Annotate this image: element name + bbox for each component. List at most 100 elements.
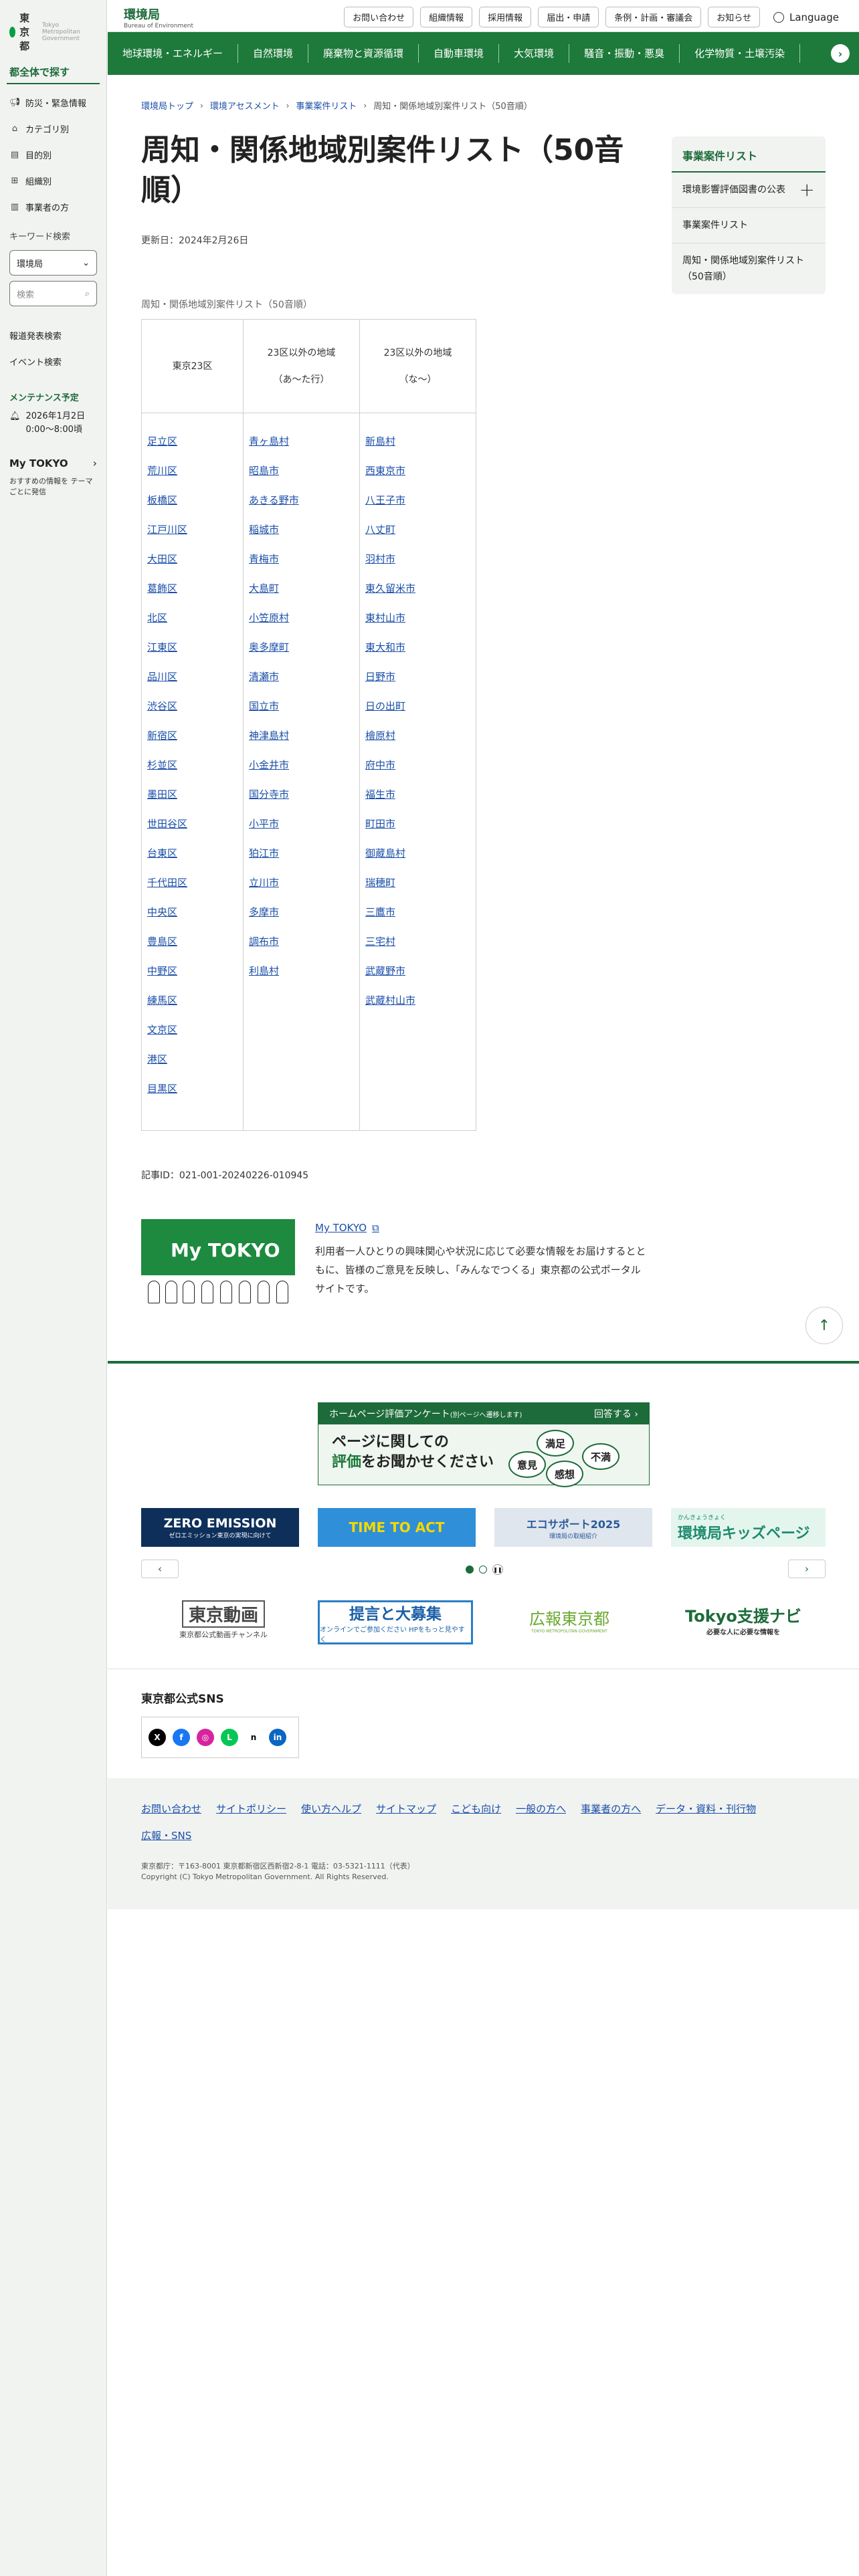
nav-item-vehicle[interactable]: 自動車環境 <box>419 44 500 63</box>
nav-item-noise[interactable]: 騒音・振動・悪臭 <box>569 44 680 63</box>
municipality-link[interactable]: 御蔵島村 <box>365 839 476 868</box>
footer-link[interactable]: 広報・SNS <box>141 1826 191 1845</box>
municipality-link[interactable]: 東久留米市 <box>365 574 476 603</box>
event-search-link[interactable]: イベント検索 <box>0 348 106 374</box>
sidebar-item-0[interactable]: 📢︎ 防災・緊急情報 <box>0 90 106 116</box>
municipality-link[interactable]: 西東京市 <box>365 456 476 486</box>
language-button[interactable]: Language <box>767 7 846 27</box>
kouhou-banner[interactable]: 広報東京都 TOKYO METROPOLITAN GOVERNMENT <box>502 1600 636 1639</box>
municipality-link[interactable]: 小平市 <box>249 809 359 839</box>
municipality-link[interactable]: 台東区 <box>147 839 243 868</box>
municipality-link[interactable]: 青ヶ島村 <box>249 427 359 456</box>
municipality-link[interactable]: 国立市 <box>249 691 359 721</box>
search-input[interactable]: 検索 ⌕ <box>9 281 97 306</box>
carousel-dot[interactable] <box>479 1566 487 1574</box>
municipality-link[interactable]: 稲城市 <box>249 515 359 544</box>
nav-item-nature[interactable]: 自然環境 <box>238 44 309 63</box>
municipality-link[interactable]: 武蔵野市 <box>365 956 476 986</box>
footer-link[interactable]: 使い方ヘルプ <box>301 1800 361 1818</box>
side-nav-item-region-list[interactable]: 周知・関係地域別案件リスト（50音順） <box>672 243 826 294</box>
x-icon[interactable]: X <box>149 1729 166 1746</box>
mytokyo-sidebar-link[interactable]: My TOKYO › <box>0 439 106 473</box>
breadcrumb-assessment[interactable]: 環境アセスメント <box>210 99 280 112</box>
municipality-link[interactable]: 大田区 <box>147 544 243 574</box>
tokyo-douga-banner[interactable]: 東京動画 東京都公式動画チャンネル <box>155 1600 292 1639</box>
side-nav-item-publication[interactable]: 環境影響評価図書の公表 + <box>672 173 826 208</box>
survey-answer-button[interactable]: 回答する › <box>594 1407 638 1420</box>
municipality-link[interactable]: 武蔵村山市 <box>365 986 476 1015</box>
municipality-link[interactable]: 青梅市 <box>249 544 359 574</box>
municipality-link[interactable]: 檜原村 <box>365 721 476 750</box>
municipality-link[interactable]: 江戸川区 <box>147 515 243 544</box>
footer-link[interactable]: こども向け <box>451 1800 501 1818</box>
municipality-link[interactable]: 狛江市 <box>249 839 359 868</box>
kids-page-banner[interactable]: かんきょうきょく 環境局キッズページ <box>671 1508 826 1547</box>
municipality-link[interactable]: 日の出町 <box>365 691 476 721</box>
municipality-link[interactable]: 世田谷区 <box>147 809 243 839</box>
carousel-prev-button[interactable]: ‹ <box>141 1560 179 1578</box>
breadcrumb-project-list[interactable]: 事業案件リスト <box>296 99 357 112</box>
municipality-link[interactable]: 港区 <box>147 1045 243 1074</box>
municipality-link[interactable]: 目黒区 <box>147 1074 243 1103</box>
municipality-link[interactable]: 三鷹市 <box>365 897 476 927</box>
linkedin-icon[interactable]: in <box>269 1729 286 1746</box>
carousel-dot-active[interactable] <box>466 1566 474 1574</box>
municipality-link[interactable]: 瑞穂町 <box>365 868 476 897</box>
municipality-link[interactable]: 福生市 <box>365 780 476 809</box>
facebook-icon[interactable]: f <box>173 1729 190 1746</box>
sidebar-item-3[interactable]: ⊞ 組織別 <box>0 168 106 194</box>
mytokyo-link[interactable]: My TOKYO ⧉ <box>315 1222 650 1234</box>
municipality-link[interactable]: 町田市 <box>365 809 476 839</box>
line-icon[interactable]: L <box>221 1729 238 1746</box>
municipality-link[interactable]: 文京区 <box>147 1015 243 1045</box>
municipality-link[interactable]: 東村山市 <box>365 603 476 633</box>
tokyo-logo[interactable]: 東京都 Tokyo Metropolitan Government <box>0 0 106 61</box>
footer-link[interactable]: お問い合わせ <box>141 1800 201 1818</box>
municipality-link[interactable]: 千代田区 <box>147 868 243 897</box>
municipality-link[interactable]: 足立区 <box>147 427 243 456</box>
ecosupport-banner[interactable]: エコサポート2025 環境局の取組紹介 <box>494 1508 652 1547</box>
municipality-link[interactable]: 練馬区 <box>147 986 243 1015</box>
municipality-link[interactable]: 東大和市 <box>365 633 476 662</box>
ordinances-button[interactable]: 条例・計画・審議会 <box>605 7 702 27</box>
municipality-link[interactable]: 新宿区 <box>147 721 243 750</box>
municipality-link[interactable]: 荒川区 <box>147 456 243 486</box>
municipality-link[interactable]: 大島町 <box>249 574 359 603</box>
nav-next-arrow-icon[interactable]: › <box>831 44 850 63</box>
municipality-link[interactable]: 小笠原村 <box>249 603 359 633</box>
survey-banner[interactable]: ホームページ評価アンケート(別ページへ遷移します) 回答する › ページに関して… <box>318 1402 650 1487</box>
search-icon[interactable]: ⌕ <box>85 289 90 299</box>
sidebar-item-2[interactable]: ▤ 目的別 <box>0 142 106 168</box>
zero-emission-banner[interactable]: ZERO EMISSION ゼロエミッション東京の実現に向けて <box>141 1508 299 1547</box>
nav-item-waste[interactable]: 廃棄物と資源循環 <box>308 44 419 63</box>
bureau-select[interactable]: 環境局 ⌄ <box>9 250 97 276</box>
municipality-link[interactable]: 神津島村 <box>249 721 359 750</box>
shien-navi-banner[interactable]: Tokyo支援ナビ 必要な人に必要な情報を <box>663 1600 824 1639</box>
municipality-link[interactable]: 昭島市 <box>249 456 359 486</box>
breadcrumb-home[interactable]: 環境局トップ <box>141 99 193 112</box>
back-to-top-button[interactable]: ↑ <box>805 1307 843 1344</box>
municipality-link[interactable]: 立川市 <box>249 868 359 897</box>
bureau-logo[interactable]: 環境局 Bureau of Environment <box>124 5 193 29</box>
municipality-link[interactable]: 国分寺市 <box>249 780 359 809</box>
municipality-link[interactable]: 三宅村 <box>365 927 476 956</box>
municipality-link[interactable]: 清瀬市 <box>249 662 359 691</box>
recruitment-button[interactable]: 採用情報 <box>479 7 532 27</box>
municipality-link[interactable]: 日野市 <box>365 662 476 691</box>
nav-item-air[interactable]: 大気環境 <box>499 44 570 63</box>
organization-button[interactable]: 組織情報 <box>420 7 473 27</box>
municipality-link[interactable]: 新島村 <box>365 427 476 456</box>
applications-button[interactable]: 届出・申請 <box>538 7 599 27</box>
municipality-link[interactable]: 小金井市 <box>249 750 359 780</box>
pause-icon[interactable]: ❚❚ <box>492 1564 503 1575</box>
press-release-search-link[interactable]: 報道発表検索 <box>0 322 106 348</box>
municipality-link[interactable]: 中央区 <box>147 897 243 927</box>
sidebar-item-1[interactable]: ⌂ カテゴリ別 <box>0 116 106 142</box>
nav-item-chemicals[interactable]: 化学物質・土壌汚染 <box>680 44 801 63</box>
municipality-link[interactable]: 豊島区 <box>147 927 243 956</box>
mytokyo-banner-image[interactable]: My TOKYO <box>141 1219 295 1307</box>
municipality-link[interactable]: 奥多摩町 <box>249 633 359 662</box>
footer-link[interactable]: データ・資料・刊行物 <box>656 1800 756 1818</box>
municipality-link[interactable]: 府中市 <box>365 750 476 780</box>
municipality-link[interactable]: 多摩市 <box>249 897 359 927</box>
